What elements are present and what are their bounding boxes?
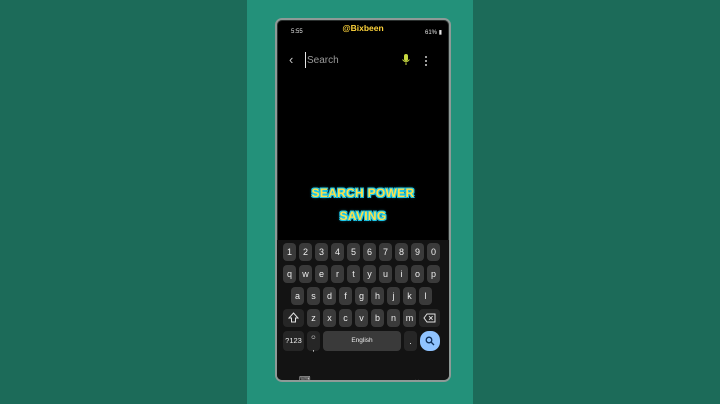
symbols-key[interactable]: ?123 <box>283 331 304 351</box>
key-p[interactable]: p <box>427 265 440 283</box>
status-time: 5:55 <box>291 29 303 35</box>
back-arrow-icon[interactable]: ‹ <box>289 53 301 67</box>
key-m[interactable]: m <box>403 309 416 327</box>
search-icon <box>425 336 435 346</box>
key-z[interactable]: z <box>307 309 320 327</box>
key-a[interactable]: a <box>291 287 304 305</box>
right-background <box>473 0 720 404</box>
key-0[interactable]: 0 <box>427 243 440 261</box>
letter-row-3: z x c v b n m <box>277 309 449 327</box>
more-vertical-icon[interactable] <box>423 54 429 66</box>
key-k[interactable]: k <box>403 287 416 305</box>
key-u[interactable]: u <box>379 265 392 283</box>
on-screen-keyboard: 1 2 3 4 5 6 7 8 9 0 q w e r t y u i o p … <box>277 240 449 380</box>
comma-label: , <box>312 344 315 353</box>
shift-icon <box>287 312 300 323</box>
caption-line-2: SAVING <box>339 209 387 223</box>
keyboard-nav-bar: ⌨ ⌄ <box>277 373 449 380</box>
letter-row-1: q w e r t y u i o p <box>277 265 449 283</box>
key-f[interactable]: f <box>339 287 352 305</box>
comma-key[interactable]: ☺ , <box>307 331 320 353</box>
key-6[interactable]: 6 <box>363 243 376 261</box>
key-e[interactable]: e <box>315 265 328 283</box>
key-1[interactable]: 1 <box>283 243 296 261</box>
space-key[interactable]: English <box>323 331 401 351</box>
key-4[interactable]: 4 <box>331 243 344 261</box>
key-o[interactable]: o <box>411 265 424 283</box>
emoji-icon: ☺ <box>310 335 317 341</box>
key-q[interactable]: q <box>283 265 296 283</box>
key-r[interactable]: r <box>331 265 344 283</box>
key-v[interactable]: v <box>355 309 368 327</box>
key-y[interactable]: y <box>363 265 376 283</box>
battery-level: 61% <box>425 30 438 36</box>
backspace-icon <box>423 313 436 323</box>
left-background <box>0 0 247 404</box>
key-w[interactable]: w <box>299 265 312 283</box>
caption-line-1: SEARCH POWER <box>311 186 415 200</box>
key-s[interactable]: s <box>307 287 320 305</box>
key-9[interactable]: 9 <box>411 243 424 261</box>
battery-icon: ▮ <box>438 30 442 36</box>
key-7[interactable]: 7 <box>379 243 392 261</box>
key-h[interactable]: h <box>371 287 384 305</box>
backspace-key[interactable] <box>419 309 440 327</box>
key-n[interactable]: n <box>387 309 400 327</box>
key-8[interactable]: 8 <box>395 243 408 261</box>
status-right: 61% ▮ <box>425 29 442 36</box>
search-input[interactable] <box>305 52 397 68</box>
phone-frame: @Bixbeen 5:55 61% ▮ ‹ SEARCH POWER SAVIN… <box>275 18 451 382</box>
keyboard-switch-icon[interactable]: ⌨ <box>299 375 311 380</box>
key-i[interactable]: i <box>395 265 408 283</box>
period-key[interactable]: . <box>404 331 417 351</box>
hide-keyboard-icon[interactable]: ⌄ <box>413 374 421 380</box>
key-g[interactable]: g <box>355 287 368 305</box>
key-5[interactable]: 5 <box>347 243 360 261</box>
key-b[interactable]: b <box>371 309 384 327</box>
key-t[interactable]: t <box>347 265 360 283</box>
key-l[interactable]: l <box>419 287 432 305</box>
shift-key[interactable] <box>283 309 304 327</box>
key-j[interactable]: j <box>387 287 400 305</box>
bottom-row: ?123 ☺ , English . <box>277 331 449 353</box>
key-3[interactable]: 3 <box>315 243 328 261</box>
number-row: 1 2 3 4 5 6 7 8 9 0 <box>277 243 449 261</box>
microphone-icon[interactable] <box>401 53 411 67</box>
status-bar: 5:55 61% ▮ <box>277 28 449 38</box>
key-c[interactable]: c <box>339 309 352 327</box>
key-x[interactable]: x <box>323 309 336 327</box>
search-key[interactable] <box>420 331 440 351</box>
key-2[interactable]: 2 <box>299 243 312 261</box>
key-d[interactable]: d <box>323 287 336 305</box>
search-bar: ‹ <box>277 50 449 70</box>
letter-row-2: a s d f g h j k l <box>277 287 449 305</box>
